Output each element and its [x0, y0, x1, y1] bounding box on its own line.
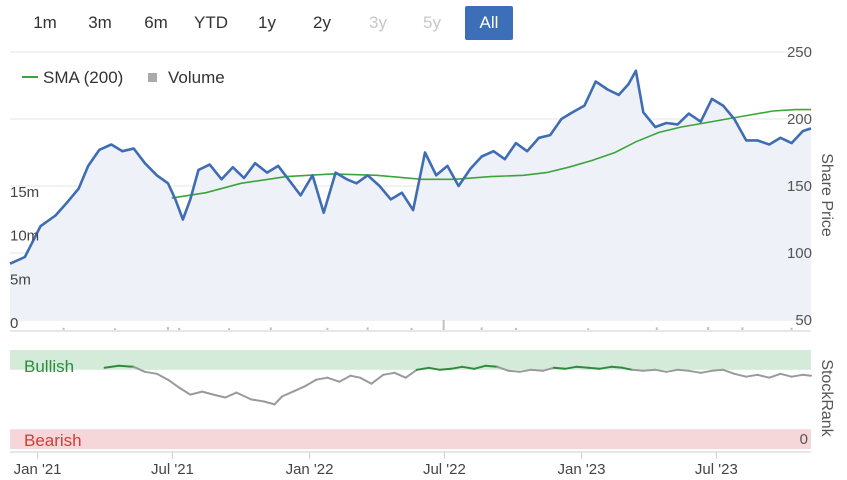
- volume-bar: [707, 326, 710, 330]
- stockrank-segment: [201, 390, 215, 396]
- volume-bar: [228, 328, 231, 330]
- share-price-tick: 50: [795, 312, 812, 329]
- volume-bar: [514, 327, 517, 330]
- bullish-label: Bullish: [24, 357, 74, 376]
- stockrank-segment: [733, 372, 748, 378]
- volume-bar: [166, 326, 169, 330]
- stockrank-segment: [756, 373, 771, 379]
- stockrank-segment: [768, 372, 782, 379]
- stockrank-segment: [263, 400, 276, 406]
- volume-bar: [269, 327, 272, 330]
- stockrank-segment: [143, 370, 158, 375]
- date-tick-label: Jan '22: [286, 461, 334, 478]
- volume-tick: 15m: [10, 184, 39, 201]
- stockrank-segment: [167, 378, 181, 389]
- share-price-tick: 100: [787, 245, 812, 262]
- stockrank-line: [103, 364, 812, 406]
- stockrank-segment: [665, 368, 679, 373]
- stockrank-segment: [790, 373, 804, 378]
- stockrank-segment: [338, 374, 352, 383]
- stockrank-segment: [315, 376, 329, 381]
- stockrank-segment: [292, 385, 306, 393]
- volume-tick: 5m: [10, 271, 31, 288]
- stockrank-segment: [349, 374, 362, 379]
- stockrank-segment: [575, 365, 590, 369]
- volume-legend-symbol: [148, 73, 157, 82]
- volume-bar: [655, 327, 658, 330]
- stockrank-panel: Bullish Bearish 0 StockRank: [10, 350, 835, 450]
- stockrank-segment: [722, 368, 736, 375]
- stockrank-segment: [303, 378, 318, 388]
- stockrank-segment: [610, 365, 624, 369]
- stockrank-zero-tick: 0: [800, 431, 808, 448]
- stockrank-segment: [178, 386, 192, 396]
- date-tick-label: Jan '21: [14, 461, 62, 478]
- share-price-tick: 150: [787, 178, 812, 195]
- date-axis: Jan '21 Jul '21 Jan '22 Jul '22 Jan '23 Jul '…: [10, 451, 811, 478]
- stockrank-segment: [587, 366, 601, 370]
- volume-bar: [410, 327, 413, 330]
- stockrank-segment: [529, 368, 544, 372]
- stockrank-segment: [155, 372, 169, 381]
- stockrank-segment: [779, 372, 793, 378]
- stockrank-segment: [370, 373, 385, 385]
- stockrank-segment: [212, 393, 227, 399]
- volume-bar: [114, 328, 117, 330]
- stockrank-segment: [518, 368, 532, 373]
- date-tick-label: Jul '22: [423, 461, 466, 478]
- bearish-band: [10, 429, 811, 449]
- date-tick-label: Jan '23: [558, 461, 606, 478]
- stockrank-segment: [654, 368, 668, 373]
- share-price-tick: 200: [787, 111, 812, 128]
- volume-bar: [326, 327, 329, 330]
- sma-legend-label: SMA (200): [43, 68, 123, 87]
- stockrank-segment: [224, 391, 238, 399]
- volume-tick: 10m: [10, 228, 39, 245]
- stockrank-segment: [250, 398, 266, 403]
- stockrank-segment: [404, 368, 418, 379]
- stockrank-segment: [484, 364, 499, 368]
- stockrank-segment: [676, 368, 690, 372]
- volume-bar: [178, 327, 181, 330]
- stockrank-segment: [699, 369, 713, 374]
- stockrank-segment: [642, 368, 657, 372]
- volume-bar: [366, 327, 369, 330]
- share-price-axis-label: Share Price: [818, 153, 835, 237]
- stockrank-segment: [687, 369, 702, 374]
- stockrank-segment: [273, 395, 283, 406]
- stockrank-segment: [438, 367, 453, 371]
- volume-bar: [790, 327, 793, 330]
- stockrank-segment: [235, 391, 253, 401]
- volume-bar: [741, 327, 744, 330]
- volume-tick: 0: [10, 315, 18, 332]
- stockrank-segment: [359, 376, 373, 385]
- stockrank-segment: [801, 373, 812, 377]
- stockrank-segment: [710, 368, 725, 372]
- stockrank-segment: [745, 373, 759, 378]
- stockrank-segment: [189, 390, 204, 396]
- stockrank-segment: [507, 369, 521, 373]
- volume-legend-label: Volume: [168, 68, 225, 87]
- bearish-label: Bearish: [24, 431, 82, 450]
- volume-bar: [480, 327, 483, 330]
- volume-bar: [62, 327, 65, 330]
- date-tick-label: Jul '21: [151, 461, 194, 478]
- stockrank-segment: [117, 364, 135, 368]
- price-area: [10, 70, 811, 320]
- volume-bar: [587, 328, 590, 330]
- legend: SMA (200) Volume: [22, 68, 225, 87]
- stockrank-segment: [393, 371, 407, 379]
- stock-chart: 50 100 150 200 250 0 5m 10m 15m Share Price SMA…: [9, 44, 835, 478]
- stockrank-segment: [631, 368, 645, 372]
- stockrank-segment: [382, 371, 396, 376]
- stockrank-segment: [326, 376, 341, 383]
- date-tick-label: Jul '23: [695, 461, 738, 478]
- stockrank-segment: [281, 390, 295, 398]
- stockrank-segment: [552, 366, 567, 370]
- share-price-tick: 250: [787, 44, 812, 61]
- stockrank-axis-label: StockRank: [818, 359, 835, 437]
